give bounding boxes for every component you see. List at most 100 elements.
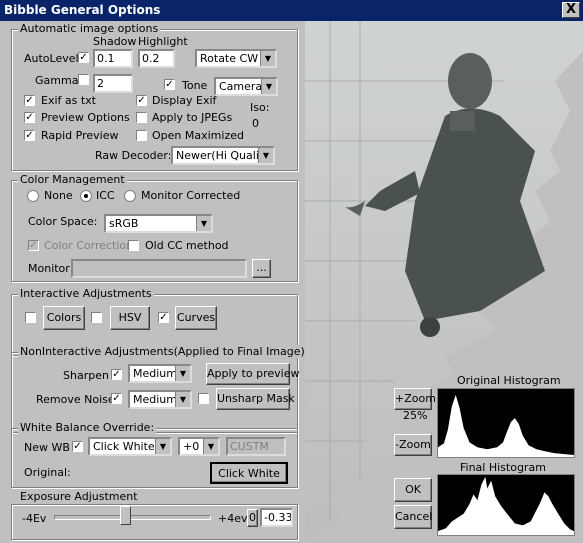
color-space-label: Color Space:	[28, 215, 98, 228]
chevron-down-icon: ▼	[260, 51, 275, 66]
sharpen-value: Medium	[133, 367, 177, 380]
color-management-legend: Color Management	[18, 173, 127, 186]
iso-label: Iso:	[250, 101, 270, 114]
wb-mode-select[interactable]: Click White ▼	[88, 437, 172, 456]
rotate-select[interactable]: Rotate CW ▼	[195, 49, 277, 68]
iso-value: 0	[252, 117, 259, 130]
sharpen-label: Sharpen	[63, 369, 109, 382]
raw-decoder-label: Raw Decoder:	[95, 149, 172, 162]
tone-value: Camera	[219, 80, 263, 93]
remove-noise-select[interactable]: Medium ▼	[128, 390, 192, 409]
hsv-button[interactable]: HSV	[110, 306, 150, 330]
unsharp-mask-checkbox[interactable]	[198, 393, 209, 404]
rotate-value: Rotate CW	[200, 52, 259, 65]
autolevel-checkbox[interactable]: ✓	[78, 52, 89, 63]
apply-jpegs-checkbox[interactable]	[136, 112, 147, 123]
final-histogram-label: Final Histogram	[460, 461, 546, 474]
gamma-label: Gamma	[35, 74, 79, 87]
apply-jpegs-label: Apply to JPEGs	[152, 111, 233, 124]
remove-noise-checkbox[interactable]: ✓	[111, 393, 122, 404]
remove-noise-label: Remove Noise	[36, 393, 115, 406]
display-exif-checkbox[interactable]: ✓	[136, 95, 147, 106]
exif-txt-checkbox[interactable]: ✓	[24, 95, 35, 106]
curves-checkbox[interactable]: ✓	[158, 312, 169, 323]
autolevel-label: AutoLevel	[24, 52, 79, 65]
chevron-down-icon: ▼	[175, 392, 190, 407]
zoom-out-button[interactable]: -Zoom	[394, 434, 432, 456]
hsv-checkbox[interactable]	[91, 312, 102, 323]
tone-checkbox[interactable]: ✓	[164, 79, 175, 90]
gamma-checkbox[interactable]	[78, 74, 89, 85]
color-space-select[interactable]: sRGB ▼	[104, 214, 213, 233]
exposure-value-input[interactable]: -0.33	[260, 508, 293, 527]
gamma-input[interactable]: 2	[93, 74, 133, 93]
original-histogram-label: Original Histogram	[457, 374, 561, 387]
monitor-corrected-label: Monitor Corrected	[141, 189, 241, 202]
shadow-label: Shadow	[93, 35, 137, 48]
unsharp-mask-button[interactable]: Unsharp Mask	[216, 388, 295, 410]
exposure-min-label: -4Ev	[22, 512, 47, 525]
new-wb-label: New WB	[24, 441, 70, 454]
final-histogram	[437, 474, 575, 536]
old-cc-checkbox[interactable]	[128, 240, 139, 251]
colors-checkbox[interactable]	[25, 312, 36, 323]
highlight-input[interactable]: 0.2	[138, 49, 175, 68]
apply-to-preview-button[interactable]: Apply to preview	[206, 363, 299, 385]
color-correction-checkbox[interactable]: ✓	[28, 240, 39, 251]
radio-icc[interactable]	[80, 190, 92, 202]
exif-txt-label: Exif as txt	[41, 94, 96, 107]
icc-label: ICC	[96, 189, 115, 202]
monitor-browse-button[interactable]: ...	[252, 259, 271, 278]
click-white-button[interactable]: Click White	[210, 462, 288, 484]
none-label: None	[44, 189, 73, 202]
shadow-input[interactable]: 0.1	[93, 49, 133, 68]
sharpen-select[interactable]: Medium ▼	[128, 364, 192, 383]
statue-detail	[420, 317, 440, 337]
highlight-label: Highlight	[138, 35, 188, 48]
rapid-preview-checkbox[interactable]: ✓	[24, 130, 35, 141]
old-cc-label: Old CC method	[145, 239, 229, 252]
chevron-down-icon: ▼	[258, 148, 273, 163]
options-panel: Automatic image options Shadow Highlight…	[0, 21, 307, 543]
colors-button[interactable]: Colors	[43, 306, 85, 330]
curves-button[interactable]: Curves	[175, 306, 217, 330]
zoom-in-button[interactable]: +Zoom	[394, 388, 436, 410]
white-balance-legend: White Balance Override:	[18, 421, 157, 434]
chevron-down-icon: ▼	[155, 439, 170, 454]
exposure-slider-track[interactable]	[54, 515, 211, 520]
exposure-zero-button[interactable]: 0	[247, 509, 258, 527]
ok-button[interactable]: OK	[394, 478, 432, 502]
custom-wb-field[interactable]: CUSTM	[226, 437, 286, 456]
title-bar: Bibble General Options X	[0, 0, 583, 21]
sharpen-checkbox[interactable]: ✓	[111, 369, 122, 380]
radio-monitor-corrected[interactable]	[124, 190, 136, 202]
tone-select[interactable]: Camera ▼	[214, 77, 278, 96]
color-space-value: sRGB	[109, 217, 139, 230]
rapid-preview-label: Rapid Preview	[41, 129, 119, 142]
radio-none[interactable]	[27, 190, 39, 202]
monitor-input[interactable]	[71, 259, 247, 278]
interactive-legend: Interactive Adjustments	[18, 287, 154, 300]
preview-options-checkbox[interactable]: ✓	[24, 112, 35, 123]
wb-mode-value: Click White	[93, 440, 155, 453]
chevron-down-icon: ▼	[261, 79, 276, 94]
zoom-percent: 25%	[403, 409, 428, 422]
window-title: Bibble General Options	[4, 3, 161, 17]
monitor-label: Monitor:	[28, 262, 74, 275]
display-exif-label: Display Exif	[152, 94, 217, 107]
raw-decoder-select[interactable]: Newer(Hi Quality) ▼	[171, 146, 275, 165]
chevron-down-icon: ▼	[175, 366, 190, 381]
chevron-down-icon: ▼	[203, 439, 218, 454]
wb-offset-select[interactable]: +0 ▼	[178, 437, 220, 456]
cancel-button[interactable]: Cancel	[394, 505, 432, 529]
wb-offset-value: +0	[183, 440, 200, 453]
open-maximized-label: Open Maximized	[152, 129, 244, 142]
exposure-slider-thumb[interactable]	[119, 506, 131, 525]
remove-noise-value: Medium	[133, 393, 177, 406]
close-button[interactable]: X	[562, 2, 580, 18]
open-maximized-checkbox[interactable]	[136, 130, 147, 141]
noninteractive-legend: NonInteractive Adjustments(Applied to Fi…	[18, 345, 307, 358]
color-correction-label: Color Correction	[44, 239, 134, 252]
auto-options-legend: Automatic image options	[18, 22, 161, 35]
new-wb-checkbox[interactable]: ✓	[72, 441, 83, 452]
